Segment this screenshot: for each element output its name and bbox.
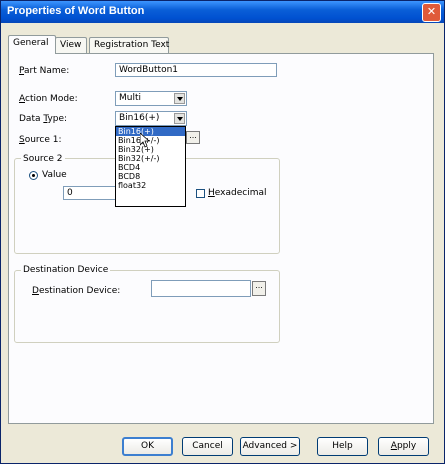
data-type-option[interactable]: Bin32(+) [116, 145, 185, 154]
tab-general[interactable]: General [8, 35, 56, 54]
data-type-label: Data Type: [19, 114, 68, 124]
source1-browse-button[interactable]: ... [186, 131, 200, 144]
data-type-option[interactable]: Bin16(+/-) [116, 136, 185, 145]
value-radio-label: Value [42, 170, 67, 180]
value-radio[interactable] [29, 171, 38, 180]
action-mode-select[interactable]: Multi [115, 91, 187, 106]
data-type-dropdown-list[interactable]: Bin16(+) Bin16(+/-) Bin32(+) Bin32(+/-) … [115, 126, 186, 207]
cancel-button[interactable]: Cancel [182, 437, 233, 456]
hexadecimal-checkbox[interactable] [196, 189, 205, 198]
data-type-value: Bin16(+) [119, 113, 160, 123]
mouse-pointer-icon [140, 133, 150, 148]
data-type-select[interactable]: Bin16(+) [115, 111, 187, 126]
source2-group-title: Source 2 [21, 154, 65, 164]
help-button[interactable]: Help [317, 437, 368, 456]
data-type-option[interactable]: Bin16(+) [116, 127, 185, 136]
advanced-button[interactable]: Advanced > [240, 437, 300, 456]
tab-registration-text[interactable]: Registration Text [89, 37, 169, 53]
destination-device-label: Destination Device: [32, 286, 121, 296]
action-mode-value: Multi [119, 93, 141, 103]
title-bar[interactable]: Properties of Word Button ✕ [1, 1, 444, 23]
ok-button[interactable]: OK [122, 437, 173, 456]
window-title: Properties of Word Button [7, 5, 145, 17]
part-name-label: Part Name: [19, 66, 70, 76]
data-type-option[interactable]: float32 [116, 181, 185, 190]
chevron-down-icon[interactable] [174, 93, 185, 104]
value-field[interactable]: 0 [63, 186, 119, 200]
tab-view[interactable]: View [55, 37, 87, 53]
hexadecimal-label: Hexadecimal [208, 188, 267, 198]
destination-group-title: Destination Device [21, 265, 111, 275]
apply-button[interactable]: Apply [378, 437, 429, 456]
data-type-option[interactable]: BCD4 [116, 163, 185, 172]
source1-label: Source 1: [19, 135, 62, 145]
destination-browse-button[interactable]: ... [252, 281, 266, 296]
close-icon: ✕ [426, 5, 437, 18]
data-type-option[interactable]: Bin32(+/-) [116, 154, 185, 163]
part-name-field[interactable]: WordButton1 [115, 63, 277, 77]
action-mode-label: Action Mode: [19, 94, 78, 104]
data-type-option[interactable]: BCD8 [116, 172, 185, 181]
chevron-down-icon[interactable] [174, 113, 185, 124]
close-button[interactable]: ✕ [422, 3, 441, 22]
destination-device-field[interactable] [151, 280, 251, 297]
